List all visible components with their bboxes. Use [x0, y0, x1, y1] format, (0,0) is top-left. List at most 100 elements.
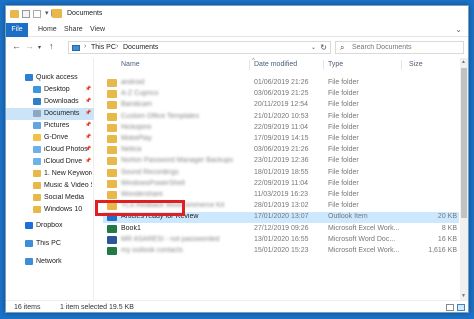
table-row[interactable]: WindowsPowerShell 22/09/2019 11:04 File fo…	[103, 179, 459, 190]
forward-arrow-icon[interactable]: →	[25, 41, 34, 51]
table-row[interactable]: android 01/06/2019 21:26 File folder	[103, 78, 459, 89]
highlight-box	[95, 200, 185, 216]
column-divider[interactable]	[323, 60, 324, 70]
breadcrumb-documents[interactable]: Documents	[123, 44, 158, 51]
column-divider[interactable]	[249, 60, 250, 70]
column-header-date[interactable]: Date modified	[254, 61, 297, 68]
file-date-modified: 17/01/2020 13:07	[254, 213, 309, 221]
pc-icon	[25, 240, 33, 247]
sidebar-item-network[interactable]: Network	[6, 256, 94, 268]
table-row[interactable]: MokePlay 17/09/2019 14:15 File folder	[103, 134, 459, 145]
column-header-type[interactable]: Type	[328, 61, 343, 68]
sidebar-item-label: Network	[36, 258, 62, 265]
sidebar-item-downloads[interactable]: Downloads 📌	[6, 96, 94, 108]
table-row[interactable]: my outlook contacts 15/01/2020 15:23 Micro…	[103, 246, 459, 257]
excel-file-icon	[107, 224, 117, 233]
column-header-size[interactable]: Size	[409, 61, 423, 68]
file-date-modified: 17/09/2019 14:15	[254, 135, 309, 142]
up-arrow-icon[interactable]: ↑	[49, 41, 54, 51]
status-bar: 16 items 1 item selected 19.5 KB	[6, 300, 468, 312]
recent-locations-dropdown[interactable]: ▾	[38, 44, 41, 51]
file-name: my outlook contacts	[121, 247, 183, 254]
dropbox-icon	[25, 222, 33, 229]
table-row[interactable]: Bandicam 20/11/2019 12:54 File folder	[103, 100, 459, 111]
file-name: Book1	[121, 224, 141, 232]
search-input[interactable]	[352, 44, 460, 51]
folder-icon	[52, 9, 62, 18]
sidebar-item-label: 1. New Keyword Res	[44, 170, 92, 177]
file-type: File folder	[328, 168, 359, 176]
pin-icon[interactable]: 📌	[85, 86, 91, 92]
sidebar-item-label: This PC	[36, 240, 61, 247]
table-row[interactable]: Hickopimi 22/09/2019 11:04 File folder	[103, 123, 459, 134]
sidebar-item-desktop[interactable]: Desktop 📌	[6, 84, 94, 96]
sidebar-item-dropbox[interactable]: Dropbox	[6, 220, 94, 232]
sidebar-item-label: Dropbox	[36, 222, 63, 229]
pin-icon[interactable]: 📌	[85, 98, 91, 104]
sidebar-item-icloud-drive[interactable]: iCloud Drive 📌	[6, 156, 94, 168]
table-row[interactable]: Norton Password Manager Backups 23/01/201…	[103, 156, 459, 167]
chevron-right-icon[interactable]: ›	[84, 43, 86, 50]
pin-icon[interactable]: 📌	[85, 158, 91, 164]
properties-icon[interactable]	[22, 10, 30, 18]
sidebar-item-quick-access[interactable]: Quick access	[6, 72, 94, 84]
file-name: Hickopimi	[121, 123, 152, 131]
chevron-down-icon[interactable]: ⌄	[311, 44, 316, 51]
scrollbar-thumb[interactable]	[461, 68, 467, 218]
file-type: File folder	[328, 157, 359, 165]
tab-share[interactable]: Share	[64, 26, 83, 33]
table-row[interactable]: Sound Recordings 18/01/2019 18:55 File fol…	[103, 168, 459, 179]
vertical-scrollbar[interactable]: ▲ ▼	[460, 58, 468, 300]
sidebar-item-g-drive[interactable]: G-Drive 📌	[6, 132, 94, 144]
refresh-icon[interactable]: ↻	[320, 43, 327, 52]
large-icons-view-icon[interactable]	[457, 304, 465, 311]
tab-home[interactable]: Home	[38, 26, 57, 33]
sidebar-item-music-video-stre[interactable]: Music & Video Stre	[6, 180, 94, 192]
file-date-modified: 23/01/2019 12:36	[254, 157, 309, 165]
table-row[interactable]: A-Z Cuprico 03/06/2019 21:25 File folder	[103, 89, 459, 100]
column-divider[interactable]	[401, 60, 402, 70]
table-row[interactable]: Nebca 03/06/2019 21:26 File folder	[103, 145, 459, 156]
file-date-modified: 18/01/2019 18:55	[254, 168, 309, 176]
folder-icon	[33, 194, 41, 201]
sidebar-item-1-new-keyword-res[interactable]: 1. New Keyword Res	[6, 168, 94, 180]
pin-icon[interactable]: 📌	[85, 122, 91, 128]
new-folder-icon[interactable]	[33, 10, 41, 18]
table-row[interactable]: MR ASARESI - not passworded 13/01/2020 16…	[103, 235, 459, 246]
file-size: 1,616 KB	[428, 247, 457, 254]
table-row[interactable]: Book1 27/12/2019 09:26 Microsoft Excel Wor…	[103, 224, 459, 235]
back-arrow-icon[interactable]: ←	[12, 41, 21, 51]
documents-icon	[33, 110, 41, 117]
pin-icon[interactable]: 📌	[85, 110, 91, 116]
address-bar[interactable]: › This PC › Documents ⌄ ↻	[68, 41, 331, 54]
sidebar-item-pictures[interactable]: Pictures 📌	[6, 120, 94, 132]
column-header-name[interactable]: Name	[121, 61, 140, 68]
file-date-modified: 21/01/2020 10:53	[254, 112, 309, 120]
file-name: android	[121, 79, 145, 86]
breadcrumb-this-pc[interactable]: This PC	[91, 44, 116, 51]
pin-icon[interactable]: 📌	[85, 146, 91, 152]
file-name: WindowsPowerShell	[121, 179, 185, 187]
tab-view[interactable]: View	[90, 26, 105, 33]
details-view-icon[interactable]	[446, 304, 454, 311]
file-size: 20 KB	[437, 213, 457, 221]
folder-icon	[10, 10, 19, 18]
file-name: Wondershare	[121, 191, 163, 198]
sidebar-item-documents[interactable]: Documents 📌	[6, 108, 94, 120]
search-box[interactable]: ⌕	[335, 41, 464, 54]
sidebar-item-label: Quick access	[36, 74, 78, 81]
folder-icon	[107, 157, 117, 166]
scroll-up-icon[interactable]: ▲	[461, 59, 466, 65]
sidebar-item-this-pc[interactable]: This PC	[6, 238, 94, 250]
table-row[interactable]: Custom Office Templates 21/01/2020 10:53 F…	[103, 112, 459, 123]
chevron-right-icon[interactable]: ›	[116, 43, 118, 50]
file-tab[interactable]: File	[6, 23, 28, 37]
file-name: Sound Recordings	[121, 168, 179, 176]
sidebar-item-social-media[interactable]: Social Media	[6, 192, 94, 204]
sidebar-item-windows-10[interactable]: Windows 10	[6, 204, 94, 216]
chevron-down-icon[interactable]: ⌄	[455, 25, 462, 34]
pin-icon[interactable]: 📌	[85, 134, 91, 140]
sidebar-item-icloud-photos[interactable]: iCloud Photos 📌	[6, 144, 94, 156]
file-type: File folder	[328, 146, 359, 154]
scroll-down-icon[interactable]: ▼	[461, 293, 466, 299]
